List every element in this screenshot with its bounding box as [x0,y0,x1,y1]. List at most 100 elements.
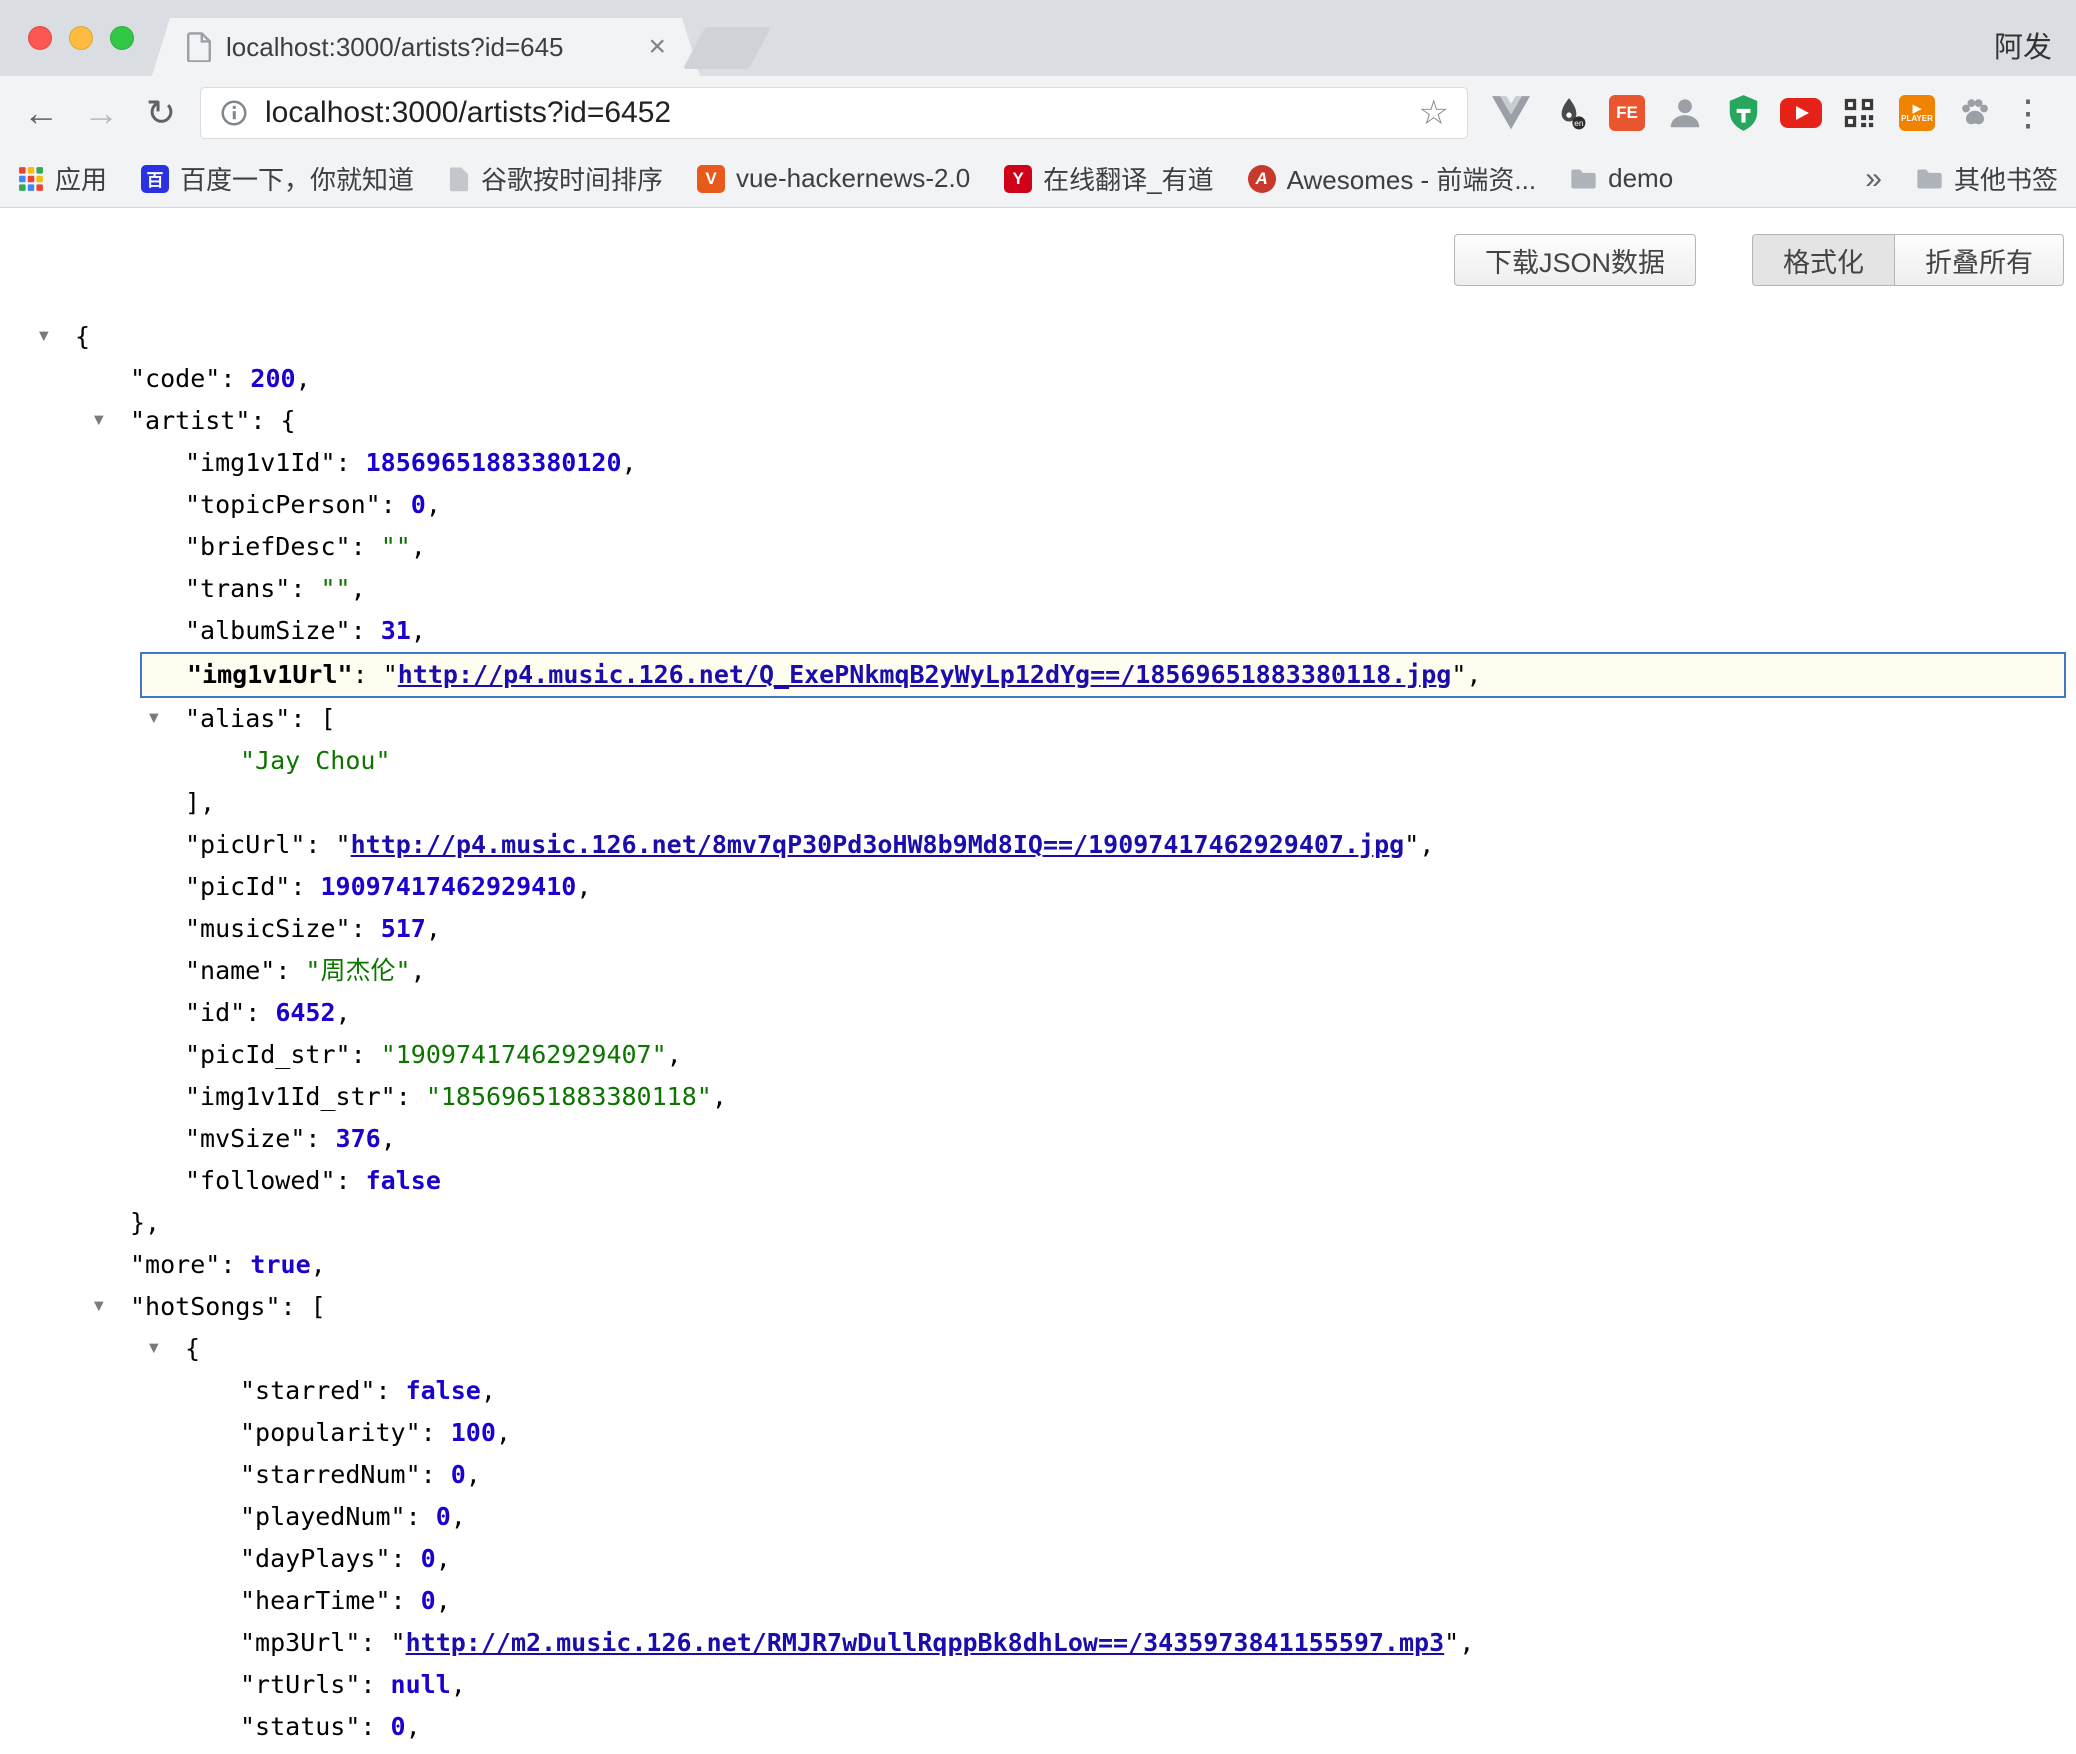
user-silhouette-icon[interactable] [1664,92,1706,134]
download-json-button[interactable]: 下载JSON数据 [1454,234,1696,286]
json-colon: : [336,1166,366,1195]
json-comma: , [406,1712,421,1741]
json-number: 100 [451,1418,496,1447]
json-key: "name" [185,956,275,985]
bookmark-google-sort[interactable]: 谷歌按时间排序 [448,160,663,197]
collapse-toggle-icon[interactable]: ▼ [149,1326,159,1368]
json-line: "hearTime": 0, [0,1580,2076,1622]
youtube-icon[interactable] [1780,92,1822,134]
json-colon: : [351,616,381,645]
json-quote: " [336,830,351,859]
close-window-button[interactable] [28,26,52,50]
svg-text:en: en [1574,118,1584,128]
json-comma: , [436,1586,451,1615]
bookmark-star-icon[interactable]: ☆ [1419,93,1449,133]
json-line: "rtUrls": null, [0,1664,2076,1706]
bookmark-label: 应用 [55,160,107,197]
json-comma: , [311,1250,326,1279]
bookmarks-bar: 应用 百 百度一下，你就知道 谷歌按时间排序 V vue-hackernews-… [0,150,2076,208]
json-line: ▼"alias": [ [0,698,2076,740]
json-colon: : [305,1124,335,1153]
json-boolean: false [366,1166,441,1195]
paw-icon[interactable] [1954,92,1996,134]
page-info-icon[interactable] [219,98,249,128]
folder-icon [1570,168,1597,190]
json-key: "albumSize" [185,616,351,645]
bookmark-awesomes[interactable]: A Awesomes - 前端资... [1248,160,1536,197]
json-line: "followed": false [0,1160,2076,1202]
json-comma: , [667,1040,682,1069]
bookmark-youdao[interactable]: Y 在线翻译_有道 [1004,160,1213,197]
json-url-link[interactable]: http://p4.music.126.net/8mv7qP30Pd3oHW8b… [351,830,1405,859]
extensions-area: en FE ▶PLAYER [1490,92,1996,134]
json-string: "" [320,574,350,603]
json-line: "name": "周杰伦", [0,950,2076,992]
json-colon: : [396,1082,426,1111]
browser-tab[interactable]: localhost:3000/artists?id=645 × [152,18,700,76]
json-colon: : [290,704,320,733]
json-comma: , [496,1418,511,1447]
json-null: null [391,1670,451,1699]
reload-button[interactable]: ↻ [134,95,188,131]
json-url-link[interactable]: http://p4.music.126.net/Q_ExePNkmqB2yWyL… [398,660,1452,689]
browser-menu-icon[interactable]: ⋮ [2002,92,2054,134]
collapse-toggle-icon[interactable]: ▼ [39,314,49,356]
address-bar[interactable]: localhost:3000/artists?id=6452 ☆ [200,87,1468,139]
fe-extension-icon[interactable]: FE [1606,92,1648,134]
json-key: "more" [130,1250,220,1279]
json-line: "starred": false, [0,1370,2076,1412]
json-number: 31 [381,616,411,645]
bookmark-apps[interactable]: 应用 [18,160,107,197]
json-line: "picUrl": "http://p4.music.126.net/8mv7q… [0,824,2076,866]
json-comma: , [296,364,311,393]
json-comma: , [1459,1628,1474,1657]
window-controls [28,26,134,50]
json-colon: : [220,364,250,393]
green-shield-icon[interactable] [1722,92,1764,134]
json-comma: , [426,914,441,943]
json-colon: : [290,872,320,901]
bookmark-label: 谷歌按时间排序 [481,160,663,197]
dictionary-pen-icon[interactable]: en [1548,92,1590,134]
json-key: "status" [240,1712,360,1741]
player-icon[interactable]: ▶PLAYER [1896,92,1938,134]
zoom-window-button[interactable] [110,26,134,50]
json-open-bracket: [ [311,1292,326,1321]
json-url-link[interactable]: http://m2.music.126.net/RMJR7wDullRqppBk… [406,1628,1445,1657]
json-key: "playedNum" [240,1502,406,1531]
bookmark-label: Awesomes - 前端资... [1287,160,1536,197]
json-key: "topicPerson" [185,490,381,519]
forward-button[interactable]: → [74,95,128,131]
bookmarks-overflow-chevron[interactable]: » [1865,162,1882,196]
bookmark-baidu[interactable]: 百 百度一下，你就知道 [141,160,414,197]
collapse-toggle-icon[interactable]: ▼ [94,1284,104,1326]
vue-devtools-icon[interactable] [1490,92,1532,134]
json-key: "hotSongs" [130,1292,281,1321]
collapse-toggle-icon[interactable]: ▼ [149,696,159,738]
json-colon: : [360,1670,390,1699]
json-key: "starredNum" [240,1460,421,1489]
tab-close-icon[interactable]: × [648,32,666,62]
collapse-toggle-icon[interactable]: ▼ [94,398,104,440]
bookmark-demo-folder[interactable]: demo [1570,163,1673,194]
json-key: "img1v1Url" [187,660,353,689]
vue-icon: V [697,165,725,193]
json-number: 0 [421,1544,436,1573]
format-button[interactable]: 格式化 [1752,234,1895,286]
json-boolean: false [406,1376,481,1405]
folder-icon [1916,168,1943,190]
qrcode-icon[interactable] [1838,92,1880,134]
json-comma: , [1419,830,1434,859]
json-number: 0 [451,1460,466,1489]
new-tab-button[interactable] [683,27,771,69]
bookmark-other-folder[interactable]: 其他书签 [1916,160,2058,197]
json-close-brace: ], [185,788,215,817]
json-comma: , [712,1082,727,1111]
bookmark-vue-hackernews[interactable]: V vue-hackernews-2.0 [697,163,970,194]
collapse-all-button[interactable]: 折叠所有 [1894,234,2064,286]
json-key: "rtUrls" [240,1670,360,1699]
json-quote: " [1451,660,1466,689]
json-line: ▼"hotSongs": [ [0,1286,2076,1328]
back-button[interactable]: ← [14,95,68,131]
minimize-window-button[interactable] [69,26,93,50]
